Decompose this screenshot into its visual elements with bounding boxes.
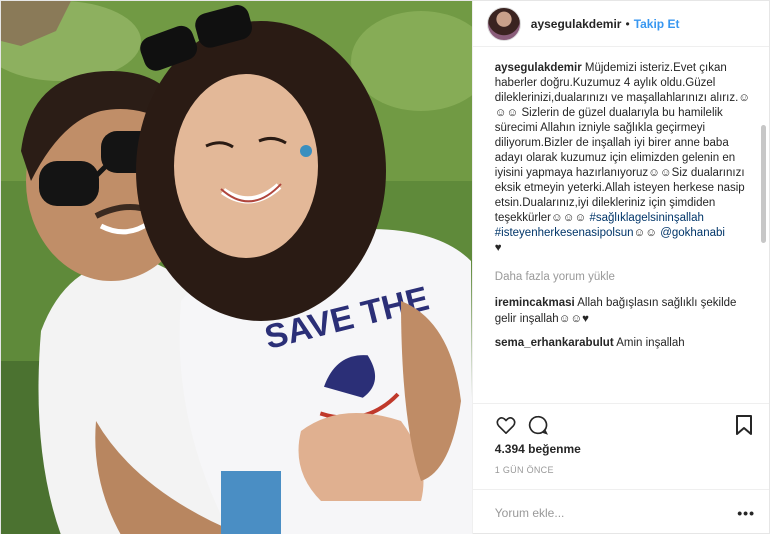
likes-count[interactable]: 4.394 beğenme bbox=[495, 442, 755, 456]
comment-username[interactable]: iremincakmasi bbox=[495, 297, 575, 309]
caption-emoji: ☺☺ bbox=[633, 227, 661, 239]
bookmark-icon[interactable] bbox=[733, 414, 755, 436]
post-header: aysegulakdemir • Takip Et bbox=[472, 1, 769, 47]
comment-item: iremincakmasi Allah bağışlasın sağlıklı … bbox=[495, 295, 755, 327]
post-date[interactable]: 1 GÜN ÖNCE bbox=[495, 465, 755, 475]
comment-item: sema_erhankarabulut Amin inşallah bbox=[495, 335, 755, 351]
hashtag-link[interactable]: #isteyenherkesenasipolsun bbox=[495, 227, 634, 239]
load-more-comments[interactable]: Daha fazla yorum yükle bbox=[495, 271, 755, 283]
caption-text: Müjdemizi isteriz.Evet çıkan haberler do… bbox=[494, 62, 751, 224]
heart-emoji: ♥ bbox=[494, 242, 502, 254]
comment-input[interactable] bbox=[494, 505, 738, 520]
comment-username[interactable]: sema_erhankarabulut bbox=[495, 337, 614, 349]
action-icons bbox=[495, 410, 755, 440]
caption-username[interactable]: aysegulakdemir bbox=[495, 62, 582, 74]
photo-illustration: SAVE THE bbox=[1, 1, 472, 534]
more-options-icon[interactable]: ••• bbox=[737, 505, 755, 521]
hashtag-link[interactable]: #sağlıklagelsininşallah bbox=[589, 212, 703, 224]
avatar[interactable] bbox=[486, 6, 521, 41]
post-sidebar: aysegulakdemir • Takip Et aysegulakdemir… bbox=[471, 1, 769, 534]
comments-section[interactable]: aysegulakdemir Müjdemizi isteriz.Evet çı… bbox=[473, 47, 769, 403]
post-photo[interactable]: SAVE THE bbox=[1, 1, 472, 534]
comment-text: Amin inşallah bbox=[616, 337, 685, 349]
post-caption: aysegulakdemir Müjdemizi isteriz.Evet çı… bbox=[495, 61, 755, 256]
heart-icon[interactable] bbox=[495, 414, 517, 436]
header-separator: • bbox=[625, 16, 630, 31]
mention-link[interactable]: @gokhanabi bbox=[660, 227, 725, 239]
post-actions: 4.394 beğenme 1 GÜN ÖNCE bbox=[472, 403, 769, 475]
comment-icon[interactable] bbox=[527, 414, 549, 436]
follow-button[interactable]: Takip Et bbox=[634, 17, 680, 31]
author-username[interactable]: aysegulakdemir bbox=[531, 17, 622, 31]
instagram-post: SAVE THE aysegulakdemir • Takip Et ayseg… bbox=[0, 0, 770, 534]
add-comment-bar: ••• bbox=[472, 489, 769, 534]
comments-scrollbar[interactable] bbox=[761, 125, 766, 243]
